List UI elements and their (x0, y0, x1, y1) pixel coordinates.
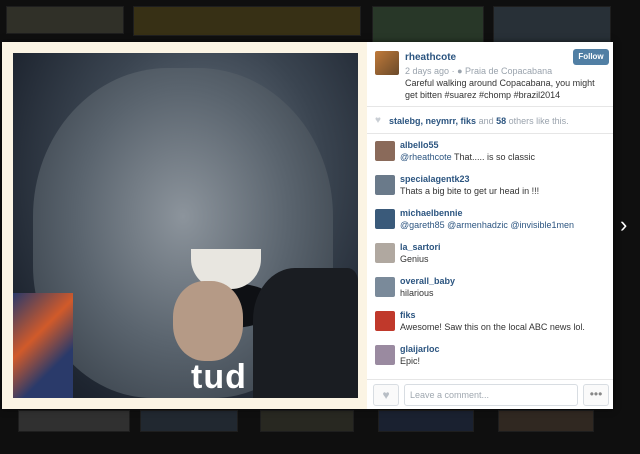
commenter-username[interactable]: michaelbennie (400, 208, 463, 218)
commenter-username[interactable]: albello55 (400, 140, 439, 150)
next-arrow-icon[interactable]: › (620, 214, 634, 236)
commenter-username[interactable]: fiks (400, 310, 416, 320)
commenter-username[interactable]: glaijarloc (400, 344, 440, 354)
man-head (173, 281, 243, 361)
commenter-username[interactable]: overall_baby (400, 276, 455, 286)
commenter-avatar[interactable] (375, 175, 395, 195)
commenter-avatar[interactable] (375, 311, 395, 331)
post-photo[interactable]: tud (13, 53, 358, 398)
comment-text: Awesome! Saw this on the local ABC news … (400, 322, 585, 332)
jersey (13, 293, 73, 398)
comment-item: albello55 @rheathcote That..... is so cla… (367, 137, 613, 165)
photo-logo-text: tud (191, 358, 247, 396)
more-options-button[interactable]: ••• (583, 384, 609, 406)
comment-body: Thats a big bite to get ur head in !!! (400, 186, 540, 196)
comment-item: michaelbennie @gareth85 @armenhadzic @inv… (367, 205, 613, 233)
heart-icon: ♥ (382, 388, 390, 402)
comment-body: Epic! (400, 356, 421, 366)
comment-item: fiks Awesome! Saw this on the local ABC n… (367, 307, 613, 335)
photo-frame: tud (2, 42, 367, 409)
comment-text: Genius (400, 254, 429, 264)
comment-text: @gareth85 @armenhadzic @invisible1men (400, 220, 574, 230)
commenter-avatar[interactable] (375, 345, 395, 365)
post-location[interactable]: Praia de Copacabana (465, 66, 552, 76)
comment-text: hilarious (400, 288, 434, 298)
commenter-avatar[interactable] (375, 209, 395, 229)
post-time[interactable]: 2 days ago (405, 66, 449, 76)
commenter-avatar[interactable] (375, 243, 395, 263)
comment-mention[interactable]: @gareth85 @armenhadzic @invisible1men (400, 220, 574, 230)
photo-modal: tud rheathcote 2 days ago · ● Praia de C… (2, 42, 613, 409)
comment-body: Awesome! Saw this on the local ABC news … (400, 322, 585, 332)
comment-text: Thats a big bite to get ur head in !!! (400, 186, 539, 196)
likes-text: stalebg, neymrr, fiks and 58 others like… (389, 116, 569, 126)
comment-input[interactable] (404, 384, 578, 406)
post-header: rheathcote 2 days ago · ● Praia de Copac… (367, 42, 613, 107)
likes-summary: ♥ stalebg, neymrr, fiks and 58 others li… (367, 108, 613, 134)
man-shirt (253, 268, 358, 398)
commenter-username[interactable]: la_sartori (400, 242, 441, 252)
comment-item: specialagentk23 Thats a big bite to get u… (367, 171, 613, 199)
comment-body: hilarious (400, 288, 434, 298)
comment-text: Epic! (400, 356, 420, 366)
comments-list: albello55 @rheathcote That..... is so cla… (367, 134, 613, 374)
location-pin-icon: ● (457, 66, 463, 76)
comment-mention[interactable]: @rheathcote (400, 152, 452, 162)
likes-suffix: others like this. (508, 116, 569, 126)
likers-list[interactable]: stalebg, neymrr, fiks (389, 116, 476, 126)
comment-text: @rheathcote That..... is so classic (400, 152, 535, 162)
comment-item: glaijarloc Epic! (367, 341, 613, 369)
comment-item: overall_baby hilarious (367, 273, 613, 301)
comment-body: That..... is so classic (451, 152, 536, 162)
like-button[interactable]: ♥ (373, 384, 399, 406)
post-details-panel: rheathcote 2 days ago · ● Praia de Copac… (367, 42, 613, 409)
comment-item: la_sartori Genius (367, 239, 613, 267)
likes-count[interactable]: 58 (496, 116, 506, 126)
comment-body: Genius (400, 254, 429, 264)
author-username[interactable]: rheathcote (405, 52, 456, 63)
commenter-avatar[interactable] (375, 141, 395, 161)
commenter-avatar[interactable] (375, 277, 395, 297)
follow-button[interactable]: Follow (573, 49, 609, 65)
likes-connector: and (478, 116, 494, 126)
commenter-username[interactable]: specialagentk23 (400, 174, 470, 184)
post-caption: Careful walking around Copacabana, you m… (405, 78, 595, 100)
post-meta: 2 days ago · ● Praia de Copacabana (405, 66, 552, 76)
heart-icon: ♥ (375, 115, 381, 126)
author-avatar[interactable] (375, 51, 399, 75)
comment-footer: ♥ ••• (367, 379, 613, 409)
